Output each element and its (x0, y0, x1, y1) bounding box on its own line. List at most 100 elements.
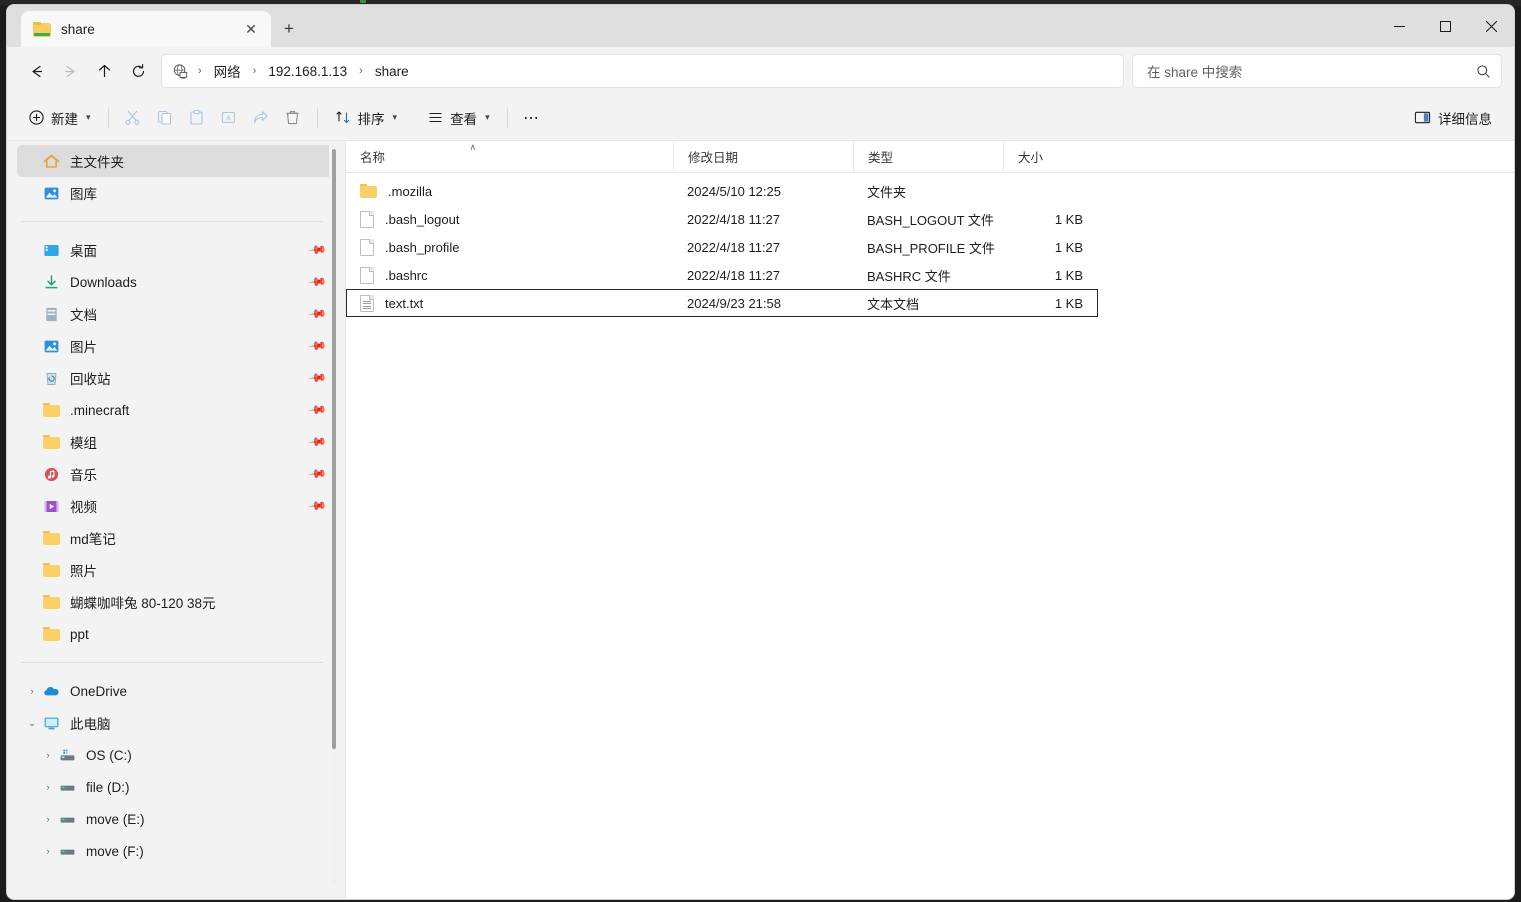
sidebar-item-label: OneDrive (70, 683, 128, 699)
sidebar-item-desktop[interactable]: 桌面 📌 (17, 234, 333, 266)
chevron-right-icon[interactable]: › (41, 782, 55, 792)
sidebar-item-mdnotes[interactable]: md笔记 (17, 522, 333, 554)
chevron-right-icon[interactable]: › (25, 686, 39, 696)
delete-icon[interactable] (277, 102, 309, 134)
paste-icon[interactable] (181, 102, 213, 134)
pin-icon[interactable]: 📌 (307, 368, 327, 388)
file-name: .bashrc (385, 267, 428, 283)
table-row[interactable]: .mozilla 2024/5/10 12:25 文件夹 (346, 177, 1098, 205)
sidebar-item-mods[interactable]: 模组 📌 (17, 426, 333, 458)
details-pane-icon (1414, 111, 1431, 124)
table-row[interactable]: .bashrc 2022/4/18 11:27 BASHRC 文件 1 KB (346, 261, 1098, 289)
address-bar[interactable]: › 网络 › 192.168.1.13 › share (161, 54, 1124, 88)
search-box[interactable]: 在 share 中搜索 (1132, 54, 1502, 88)
chevron-right-icon[interactable]: › (41, 750, 55, 760)
sidebar-item-downloads[interactable]: Downloads 📌 (17, 266, 333, 298)
column-label: 修改日期 (688, 151, 739, 165)
sidebar-item-drive-f[interactable]: › move (F:) (17, 835, 333, 867)
file-date: 2022/4/18 11:27 (687, 239, 781, 255)
details-pane-button[interactable]: 详细信息 (1404, 102, 1502, 134)
sidebar-scrollbar[interactable] (329, 145, 339, 885)
sidebar-item-drive-e[interactable]: › move (E:) (17, 803, 333, 835)
sidebar-item-drive-d[interactable]: › file (D:) (17, 771, 333, 803)
column-header-type[interactable]: 类型 (853, 141, 1003, 173)
breadcrumb-host[interactable]: 192.168.1.13 (261, 61, 354, 82)
sidebar-item-butterfly-coffee[interactable]: 蝴蝶咖啡兔 80-120 38元 (17, 586, 333, 618)
file-size: 1 KB (1054, 295, 1083, 311)
sidebar-item-thispc[interactable]: ⌄ 此电脑 (17, 707, 333, 739)
breadcrumb-share[interactable]: share (368, 61, 416, 82)
table-row[interactable]: text.txt 2024/9/23 21:58 文本文档 1 KB (346, 289, 1098, 317)
scrollbar-thumb[interactable] (332, 149, 336, 749)
copy-icon[interactable] (149, 102, 181, 134)
pin-icon[interactable]: 📌 (307, 240, 327, 260)
close-button[interactable] (1468, 5, 1514, 47)
share-icon[interactable] (245, 102, 277, 134)
sidebar-item-pictures[interactable]: 图片 📌 (17, 330, 333, 362)
sort-button[interactable]: 排序 ▾ (326, 102, 407, 134)
column-header-name[interactable]: ∧ 名称 (346, 141, 673, 173)
up-button[interactable] (87, 54, 121, 88)
table-row[interactable]: .bash_profile 2022/4/18 11:27 BASH_PROFI… (346, 233, 1098, 261)
drive-icon (59, 843, 76, 860)
sidebar-item-ppt[interactable]: ppt (17, 618, 333, 650)
title-bar: share ✕ + (7, 5, 1514, 47)
sidebar-item-label: 模组 (70, 436, 97, 451)
file-date: 2024/9/23 21:58 (687, 295, 781, 311)
pin-icon[interactable]: 📌 (307, 304, 327, 324)
column-headers: ∧ 名称 修改日期 类型 大小 (346, 141, 1514, 173)
chevron-right-icon[interactable]: › (41, 846, 55, 856)
sidebar-item-photos[interactable]: 照片 (17, 554, 333, 586)
tab-share[interactable]: share ✕ (21, 11, 271, 47)
sidebar-item-drive-c[interactable]: › OS (C:) (17, 739, 333, 771)
sort-ascending-caret: ∧ (469, 141, 477, 152)
search-icon[interactable] (1476, 64, 1491, 79)
pin-icon[interactable]: 📌 (307, 496, 327, 516)
forward-button[interactable] (53, 54, 87, 88)
pin-icon[interactable]: 📌 (307, 464, 327, 484)
breadcrumb-separator: › (359, 65, 363, 77)
maximize-button[interactable] (1422, 5, 1468, 47)
sidebar-item-label: OS (C:) (86, 747, 132, 763)
file-list-pane[interactable]: ∧ 名称 修改日期 类型 大小 .mozilla 2024/5/10 12:25… (345, 141, 1514, 899)
address-bar-row: › 网络 › 192.168.1.13 › share 在 share 中搜索 (7, 47, 1514, 95)
breadcrumb-network[interactable]: 网络 (207, 58, 248, 84)
refresh-button[interactable] (121, 54, 155, 88)
file-size: 1 KB (1054, 267, 1083, 283)
back-button[interactable] (19, 54, 53, 88)
pin-icon[interactable]: 📌 (307, 432, 327, 452)
navigation-pane[interactable]: 主文件夹 图库 桌面 📌 Downloads 📌 文档 📌 图片 📌 回收站 📌… (7, 141, 345, 899)
chevron-down-icon[interactable]: ⌄ (25, 718, 39, 729)
pin-icon[interactable]: 📌 (307, 336, 327, 356)
pin-icon[interactable]: 📌 (307, 400, 327, 420)
new-button[interactable]: 新建 ▾ (19, 102, 100, 134)
network-icon (172, 63, 189, 80)
pin-icon[interactable]: 📌 (307, 272, 327, 292)
column-label: 类型 (868, 151, 894, 165)
sidebar-item-music[interactable]: 音乐 📌 (17, 458, 333, 490)
file-rows: .mozilla 2024/5/10 12:25 文件夹 .bash_logou… (346, 173, 1514, 317)
sidebar-item-home[interactable]: 主文件夹 (17, 145, 333, 177)
chevron-right-icon[interactable]: › (41, 814, 55, 824)
tab-close-icon[interactable]: ✕ (239, 17, 263, 41)
file-size: 1 KB (1054, 239, 1083, 255)
sidebar-item-gallery[interactable]: 图库 (17, 177, 333, 209)
sidebar-item-recyclebin[interactable]: 回收站 📌 (17, 362, 333, 394)
sidebar-item-videos[interactable]: 视频 📌 (17, 490, 333, 522)
sidebar-item-onedrive[interactable]: › OneDrive (17, 675, 333, 707)
view-button[interactable]: 查看 ▾ (418, 102, 499, 134)
window-controls (1376, 5, 1514, 47)
toolbar-divider (316, 107, 318, 128)
rename-icon[interactable]: A (213, 102, 245, 134)
column-header-date[interactable]: 修改日期 (673, 141, 853, 173)
sidebar-item-minecraft[interactable]: .minecraft 📌 (17, 394, 333, 426)
overflow-menu-button[interactable]: ⋯ (516, 102, 548, 134)
minimize-button[interactable] (1376, 5, 1422, 47)
table-row[interactable]: .bash_logout 2022/4/18 11:27 BASH_LOGOUT… (346, 205, 1098, 233)
cut-icon[interactable] (117, 102, 149, 134)
folder-icon (43, 595, 60, 609)
sidebar-item-documents[interactable]: 文档 📌 (17, 298, 333, 330)
sidebar-item-label: file (D:) (86, 779, 130, 795)
new-tab-button[interactable]: + (275, 16, 303, 42)
column-header-size[interactable]: 大小 (1003, 141, 1101, 173)
